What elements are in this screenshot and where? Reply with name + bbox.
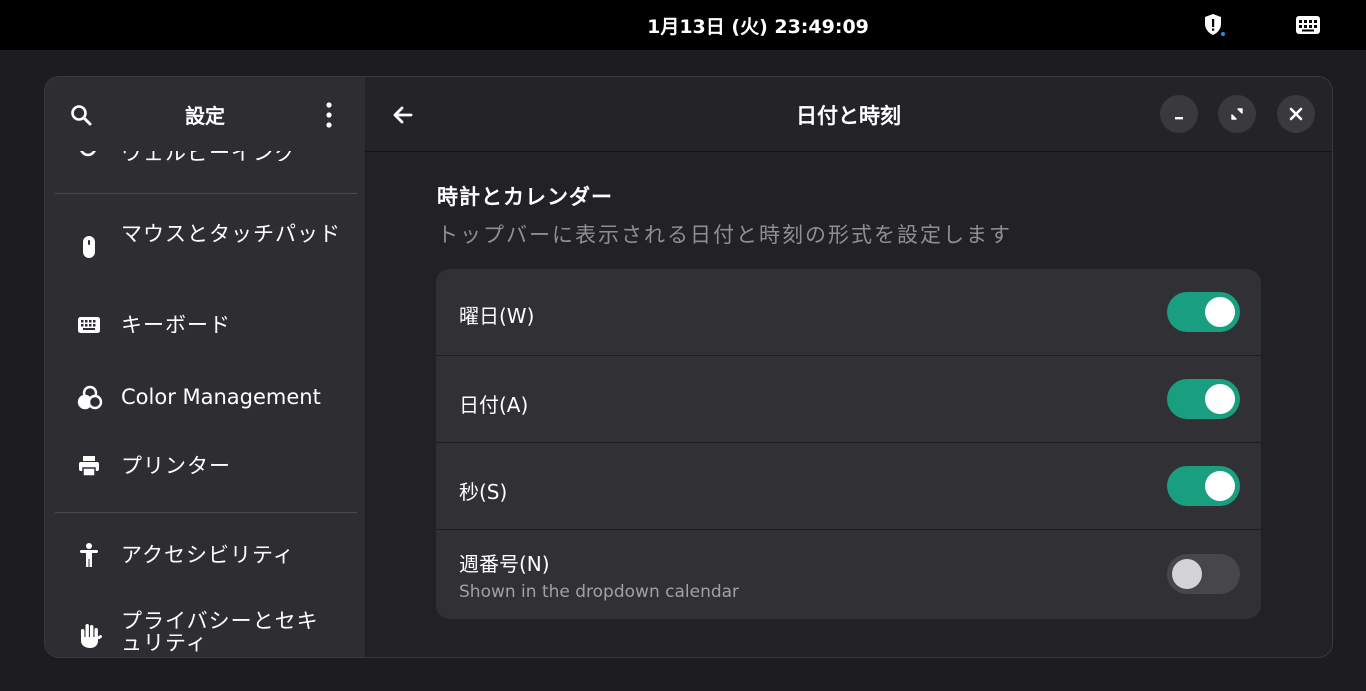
week-number-row[interactable]: 週番号(N) Shown in the dropdown calendar bbox=[436, 530, 1261, 619]
divider bbox=[55, 193, 357, 194]
keyboard-icon[interactable] bbox=[1294, 14, 1322, 36]
divider bbox=[55, 512, 357, 513]
clock-button[interactable]: 1月13日 (火) 23:49:09 bbox=[0, 12, 1366, 39]
mouse-icon bbox=[77, 235, 101, 259]
main-content: 日付と時刻 時計とカレンダー トップバーに表示される日付と時刻の形式を設定します… bbox=[365, 77, 1332, 657]
sidebar-item-label: ウェルビーイング bbox=[121, 151, 297, 161]
seconds-row[interactable]: 秒(S) bbox=[436, 443, 1261, 530]
sidebar-item-color-management[interactable]: Color Management bbox=[45, 369, 365, 425]
printer-icon bbox=[77, 454, 101, 478]
keyboard-icon bbox=[77, 313, 101, 337]
close-icon bbox=[1289, 107, 1303, 121]
switch-knob bbox=[1172, 559, 1202, 589]
settings-card: 曜日(W) 日付(A) 秒(S) 週番号(N) Shown in the dro… bbox=[436, 269, 1261, 619]
shield-dot-icon[interactable] bbox=[1202, 12, 1226, 38]
header-bar: 日付と時刻 bbox=[365, 77, 1332, 152]
sidebar-item-label: プリンター bbox=[121, 454, 231, 478]
section-title: 時計とカレンダー bbox=[437, 185, 613, 209]
sidebar-item-printers[interactable]: プリンター bbox=[45, 439, 365, 495]
date-switch[interactable] bbox=[1167, 379, 1240, 419]
color-management-icon bbox=[77, 385, 103, 410]
switch-knob bbox=[1205, 384, 1235, 414]
seconds-switch[interactable] bbox=[1167, 466, 1240, 506]
settings-window: 設定 ウェルビーイング マウスとタッチパッド キーボード bbox=[45, 77, 1332, 657]
switch-knob bbox=[1205, 471, 1235, 501]
maximize-button[interactable] bbox=[1218, 95, 1256, 133]
sidebar-item-wellbeing[interactable]: ウェルビーイング bbox=[45, 151, 365, 161]
row-label: 週番号(N) bbox=[459, 552, 550, 576]
sidebar-item-label: Color Management bbox=[121, 385, 321, 409]
sidebar-item-label: マウスとタッチパッド bbox=[121, 222, 341, 246]
sidebar-item-label: キーボード bbox=[121, 313, 231, 337]
row-label: 曜日(W) bbox=[459, 304, 535, 328]
row-subtitle: Shown in the dropdown calendar bbox=[459, 582, 740, 602]
top-bar: 1月13日 (火) 23:49:09 bbox=[0, 0, 1366, 50]
sidebar-item-mouse[interactable]: マウスとタッチパッド bbox=[45, 215, 365, 277]
minimize-button[interactable] bbox=[1160, 95, 1198, 133]
maximize-icon bbox=[1231, 108, 1243, 120]
sidebar-item-label: アクセシビリティ bbox=[121, 543, 295, 567]
row-label: 日付(A) bbox=[459, 393, 529, 417]
close-button[interactable] bbox=[1277, 95, 1315, 133]
accessibility-icon bbox=[77, 542, 101, 567]
date-row[interactable]: 日付(A) bbox=[436, 356, 1261, 443]
sidebar-item-label: プライバシーとセキュリティ bbox=[121, 609, 319, 655]
week-number-switch[interactable] bbox=[1167, 554, 1240, 594]
privacy-hand-icon bbox=[77, 621, 103, 648]
row-label: 秒(S) bbox=[459, 480, 508, 504]
sidebar-title: 設定 bbox=[185, 104, 225, 128]
minimize-icon bbox=[1175, 117, 1183, 120]
clock-text: 1月13日 (火) 23:49:09 bbox=[647, 16, 869, 38]
kebab-menu-icon[interactable] bbox=[319, 100, 339, 134]
wellbeing-icon bbox=[77, 151, 99, 159]
sidebar-item-keyboard[interactable]: キーボード bbox=[45, 297, 365, 353]
section-description: トップバーに表示される日付と時刻の形式を設定します bbox=[437, 223, 1012, 247]
weekday-row[interactable]: 曜日(W) bbox=[436, 269, 1261, 356]
switch-knob bbox=[1205, 297, 1235, 327]
sidebar: 設定 ウェルビーイング マウスとタッチパッド キーボード bbox=[45, 77, 365, 657]
sidebar-item-accessibility[interactable]: アクセシビリティ bbox=[45, 527, 365, 583]
sidebar-item-privacy[interactable]: プライバシーとセキュリティ bbox=[45, 599, 365, 657]
weekday-switch[interactable] bbox=[1167, 292, 1240, 332]
sidebar-header: 設定 bbox=[45, 77, 365, 151]
